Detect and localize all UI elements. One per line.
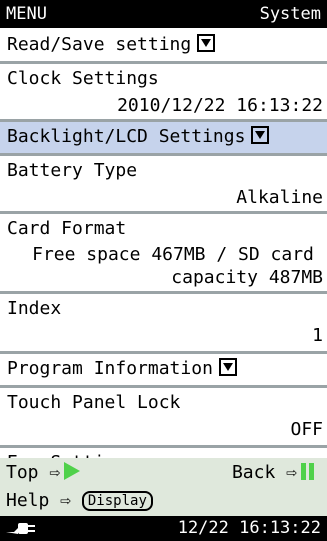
footer-controls: Top ⇨ Back ⇨ Help ⇨ Display (0, 458, 327, 516)
help-label: Help ⇨ (6, 490, 72, 511)
settings-menu: Read/Save setting Clock Settings 2010/12… (0, 30, 327, 478)
status-bar: 12/22 16:13:22 (0, 516, 327, 541)
dropdown-arrow-icon (251, 126, 270, 144)
menu-item-label: Battery Type (7, 160, 138, 181)
card-free-space: Free space 467MB / SD card (32, 244, 314, 265)
help-control: Help ⇨ Display (6, 487, 153, 515)
menu-title: MENU (6, 4, 47, 24)
menu-item-program-info[interactable]: Program Information (0, 354, 327, 388)
play-icon[interactable] (64, 462, 81, 480)
menu-item-label: Read/Save setting (7, 30, 323, 60)
power-plug-icon (6, 523, 35, 534)
menu-item-label: Clock Settings (7, 68, 159, 89)
menu-item-card-format[interactable]: Card Format Free space 467MB / SD card c… (0, 214, 327, 294)
top-control[interactable]: Top ⇨ (6, 459, 81, 487)
display-button[interactable]: Display (81, 491, 153, 511)
pause-icon[interactable] (301, 461, 317, 489)
battery-type-value: Alkaline (236, 187, 323, 208)
clock-value: 2010/12/22 16:13:22 (117, 95, 323, 116)
section-title: System (259, 4, 321, 24)
status-datetime: 12/22 16:13:22 (177, 518, 321, 538)
back-control[interactable]: Back ⇨ (232, 459, 317, 489)
top-label: Top ⇨ (6, 462, 61, 483)
index-value: 1 (312, 325, 323, 346)
menu-item-touch-panel-lock[interactable]: Touch Panel Lock OFF (0, 388, 327, 448)
menu-item-battery-type[interactable]: Battery Type Alkaline (0, 156, 327, 214)
card-capacity: capacity 487MB (171, 267, 323, 288)
menu-item-clock[interactable]: Clock Settings 2010/12/22 16:13:22 (0, 64, 327, 122)
dropdown-arrow-icon (218, 358, 237, 376)
menu-item-read-save[interactable]: Read/Save setting (0, 30, 327, 64)
dropdown-arrow-icon (197, 34, 216, 52)
touch-lock-value: OFF (290, 419, 323, 440)
menu-item-label: Touch Panel Lock (7, 392, 181, 413)
menu-item-backlight[interactable]: Backlight/LCD Settings (0, 122, 327, 156)
menu-item-label: Program Information (7, 354, 323, 384)
menu-item-index[interactable]: Index 1 (0, 294, 327, 354)
menu-item-label: Index (7, 298, 62, 319)
menu-item-label: Card Format (7, 218, 127, 239)
title-bar: MENU System (0, 0, 327, 28)
back-label: Back ⇨ (231, 462, 297, 483)
menu-item-label: Backlight/LCD Settings (7, 122, 323, 152)
